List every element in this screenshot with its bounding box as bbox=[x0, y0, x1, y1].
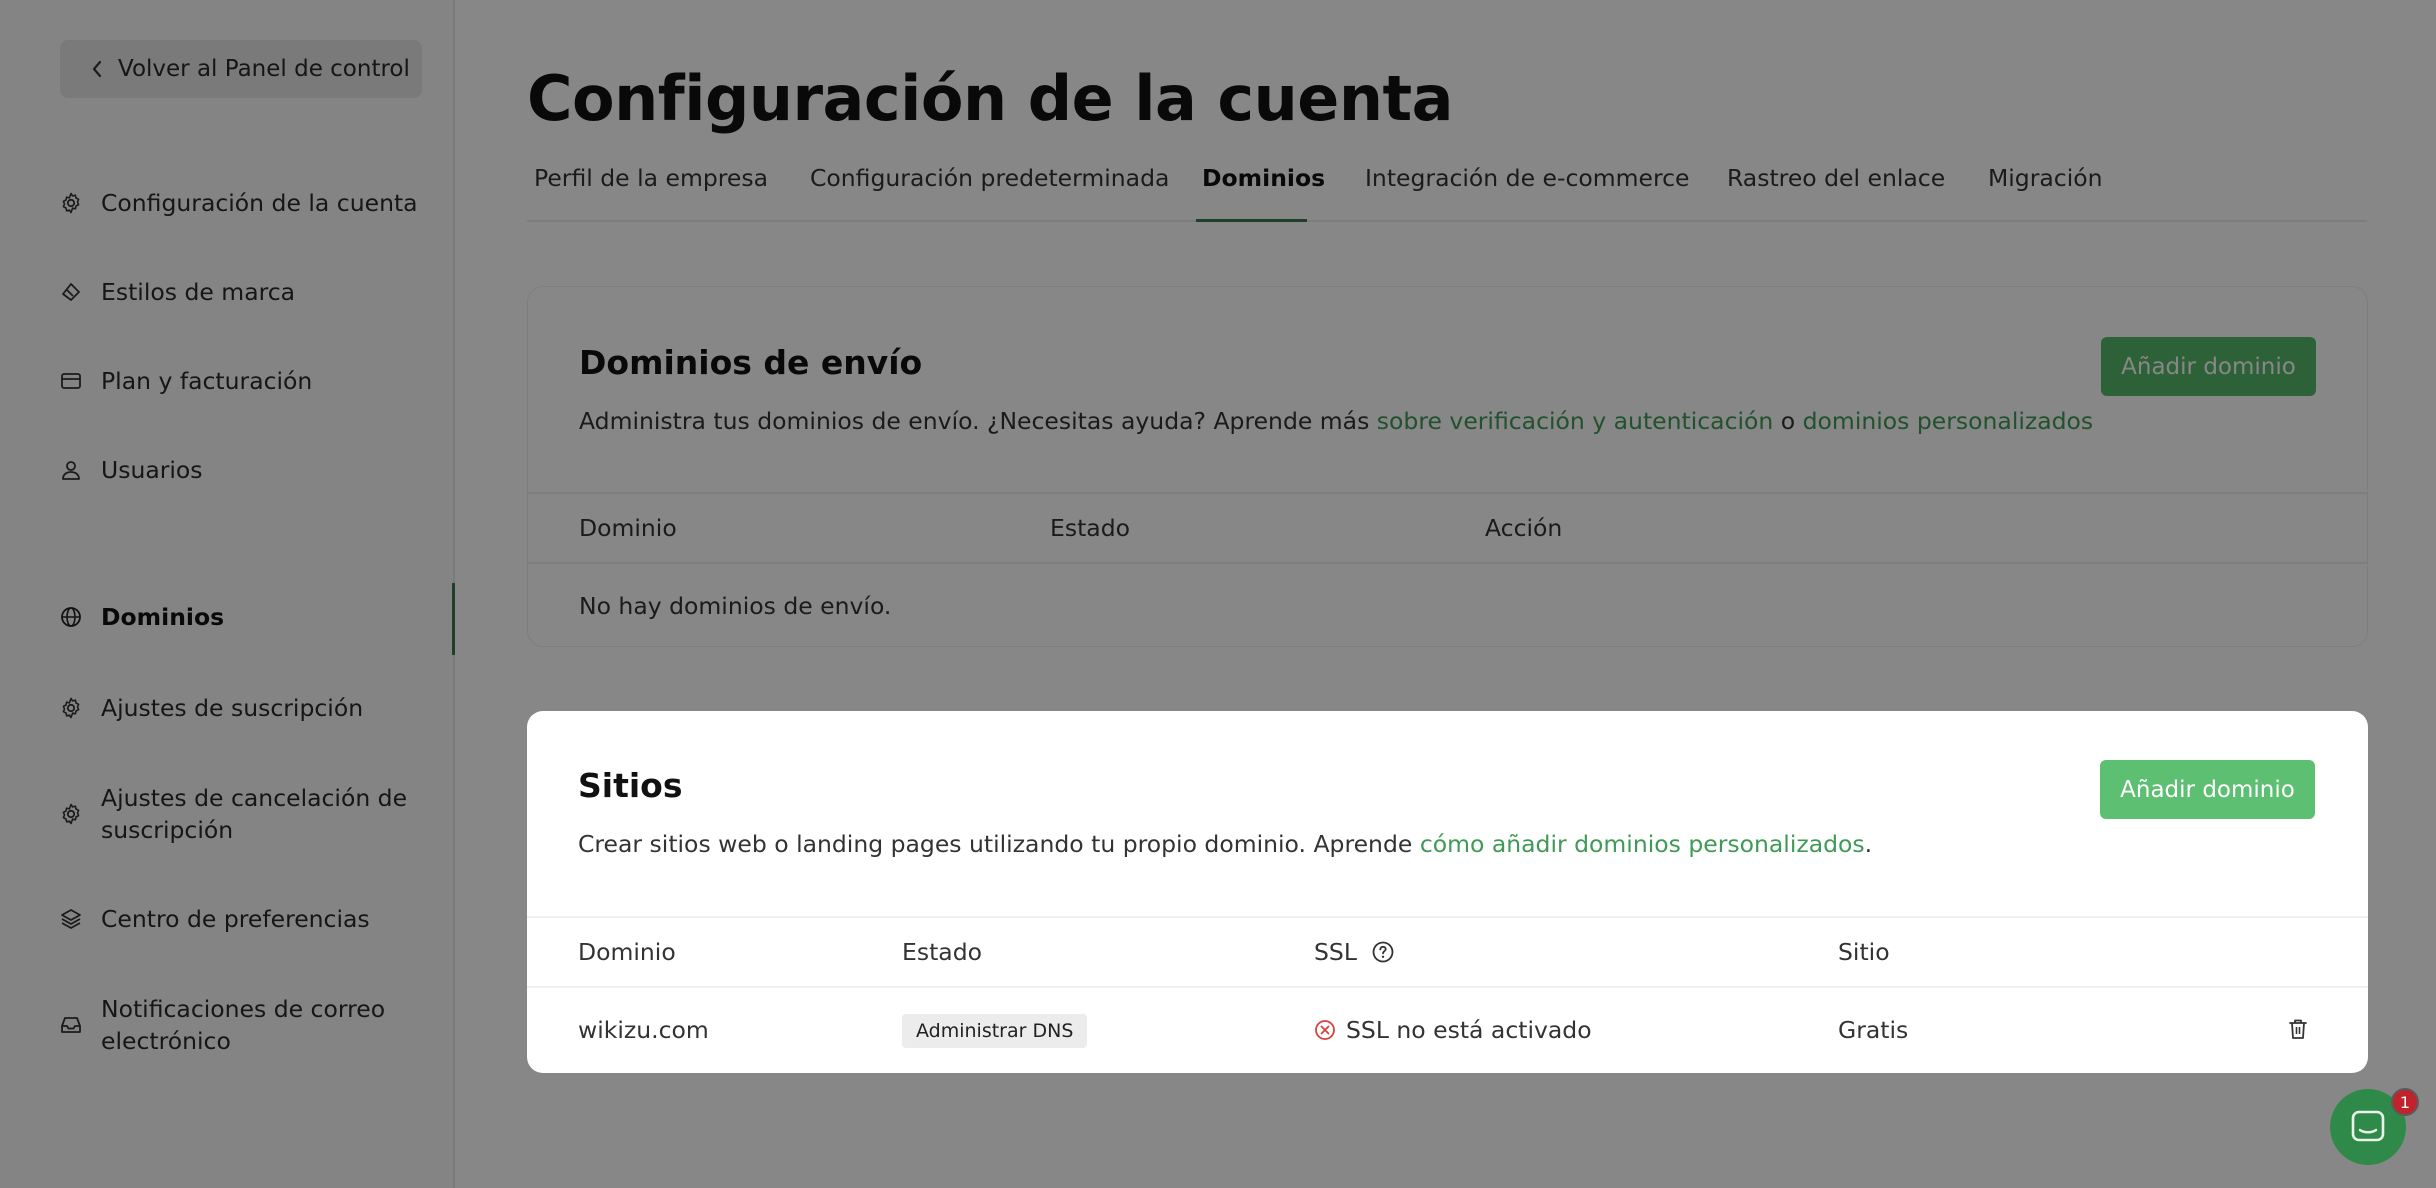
sidebar-item-label: Estilos de marca bbox=[101, 278, 296, 306]
column-header-action: Acción bbox=[1485, 514, 1563, 542]
chat-notification-badge: 1 bbox=[2391, 1088, 2419, 1116]
sites-card: Sitios Crear sitios web o landing pages … bbox=[527, 711, 2368, 1073]
sending-table-header: Dominio Estado Acción bbox=[528, 492, 2367, 564]
column-header-status: Estado bbox=[1050, 514, 1131, 542]
sidebar-item-subscription-settings[interactable]: Ajustes de suscripción bbox=[58, 692, 438, 724]
sidebar-item-email-notifications[interactable]: Notificaciones de correo electrónico bbox=[58, 993, 388, 1057]
description-text: . bbox=[1864, 830, 1873, 858]
sidebar-item-brand-styles[interactable]: Estilos de marca bbox=[58, 276, 438, 308]
tab-domains[interactable]: Dominios bbox=[1202, 160, 1325, 222]
domain-cell: wikizu.com bbox=[578, 1016, 709, 1044]
gear-icon bbox=[58, 801, 84, 827]
add-site-domain-button[interactable]: Añadir dominio bbox=[2100, 760, 2315, 819]
globe-icon bbox=[58, 604, 84, 630]
sidebar-item-billing[interactable]: Plan y facturación bbox=[58, 365, 438, 397]
sites-description: Crear sitios web o landing pages utiliza… bbox=[578, 830, 1872, 858]
verification-auth-link[interactable]: sobre verificación y autenticación bbox=[1377, 407, 1774, 435]
column-header-status: Estado bbox=[902, 938, 983, 966]
add-sending-domain-button[interactable]: Añadir dominio bbox=[2101, 337, 2316, 396]
sidebar: Volver al Panel de control Configuración… bbox=[0, 0, 455, 1188]
tab-company-profile[interactable]: Perfil de la empresa bbox=[534, 160, 768, 222]
gear-icon bbox=[58, 695, 84, 721]
credit-card-icon bbox=[58, 368, 84, 394]
back-to-dashboard-button[interactable]: Volver al Panel de control bbox=[60, 40, 422, 98]
column-header-site: Sitio bbox=[1838, 938, 1890, 966]
page-title: Configuración de la cuenta bbox=[527, 62, 1453, 135]
layers-icon bbox=[58, 906, 84, 932]
user-icon bbox=[58, 457, 84, 483]
sites-table-header: Dominio Estado SSL Sitio bbox=[527, 916, 2368, 988]
column-header-domain: Dominio bbox=[578, 938, 676, 966]
column-header-ssl: SSL bbox=[1314, 938, 1395, 966]
sending-domains-description: Administra tus dominios de envío. ¿Neces… bbox=[579, 407, 2093, 435]
sending-domains-title: Dominios de envío bbox=[579, 343, 923, 382]
sidebar-item-label: Dominios bbox=[101, 603, 225, 631]
tab-default-settings[interactable]: Configuración predeterminada bbox=[810, 160, 1169, 222]
inbox-icon bbox=[58, 1012, 84, 1038]
sidebar-item-preference-center[interactable]: Centro de preferencias bbox=[58, 903, 438, 935]
ssl-status-text: SSL no está activado bbox=[1346, 1016, 1592, 1044]
active-tab-indicator bbox=[1196, 219, 1307, 222]
gear-icon bbox=[58, 190, 84, 216]
description-text: Crear sitios web o landing pages utiliza… bbox=[578, 830, 1420, 858]
sidebar-item-label: Centro de preferencias bbox=[101, 905, 370, 933]
column-header-domain: Dominio bbox=[579, 514, 677, 542]
chevron-left-icon bbox=[90, 59, 104, 79]
tab-link-tracking[interactable]: Rastreo del enlace bbox=[1727, 160, 1945, 222]
sidebar-item-users[interactable]: Usuarios bbox=[58, 454, 438, 486]
sites-title: Sitios bbox=[578, 766, 683, 805]
tab-ecommerce-integration[interactable]: Integración de e-commerce bbox=[1365, 160, 1690, 222]
ssl-header-label: SSL bbox=[1314, 938, 1357, 966]
description-text: Administra tus dominios de envío. ¿Neces… bbox=[579, 407, 1377, 435]
sidebar-item-domains[interactable]: Dominios bbox=[58, 601, 438, 633]
back-label: Volver al Panel de control bbox=[118, 56, 410, 82]
site-cell: Gratis bbox=[1838, 1016, 1909, 1044]
sidebar-item-label: Usuarios bbox=[101, 456, 203, 484]
tab-bar: Perfil de la empresa Configuración prede… bbox=[527, 160, 2367, 222]
sidebar-item-label: Ajustes de suscripción bbox=[101, 694, 364, 722]
help-circle-icon[interactable] bbox=[1371, 940, 1395, 964]
manage-dns-badge[interactable]: Administrar DNS bbox=[902, 1014, 1088, 1048]
sidebar-item-label: Plan y facturación bbox=[101, 367, 313, 395]
sending-domains-card: Dominios de envío Administra tus dominio… bbox=[527, 286, 2368, 647]
how-to-add-custom-domains-link[interactable]: cómo añadir dominios personalizados bbox=[1420, 830, 1865, 858]
sidebar-active-indicator bbox=[452, 583, 455, 655]
paint-brush-icon bbox=[58, 279, 84, 305]
ssl-status-cell: SSL no está activado bbox=[1314, 1016, 1592, 1044]
sidebar-item-label: Notificaciones de correo electrónico bbox=[101, 995, 386, 1055]
chat-icon bbox=[2349, 1108, 2387, 1146]
tab-migration[interactable]: Migración bbox=[1988, 160, 2103, 222]
error-circle-icon bbox=[1314, 1019, 1336, 1041]
description-text: o bbox=[1773, 407, 1803, 435]
sidebar-item-unsubscribe-settings[interactable]: Ajustes de cancelación de suscripción bbox=[58, 782, 418, 846]
custom-domains-link[interactable]: dominios personalizados bbox=[1803, 407, 2094, 435]
sidebar-item-label: Ajustes de cancelación de suscripción bbox=[101, 784, 408, 844]
sidebar-item-label: Configuración de la cuenta bbox=[101, 189, 418, 217]
empty-state-text: No hay dominios de envío. bbox=[579, 592, 892, 620]
trash-icon[interactable] bbox=[2287, 1017, 2309, 1045]
sidebar-item-account-settings[interactable]: Configuración de la cuenta bbox=[58, 187, 438, 219]
